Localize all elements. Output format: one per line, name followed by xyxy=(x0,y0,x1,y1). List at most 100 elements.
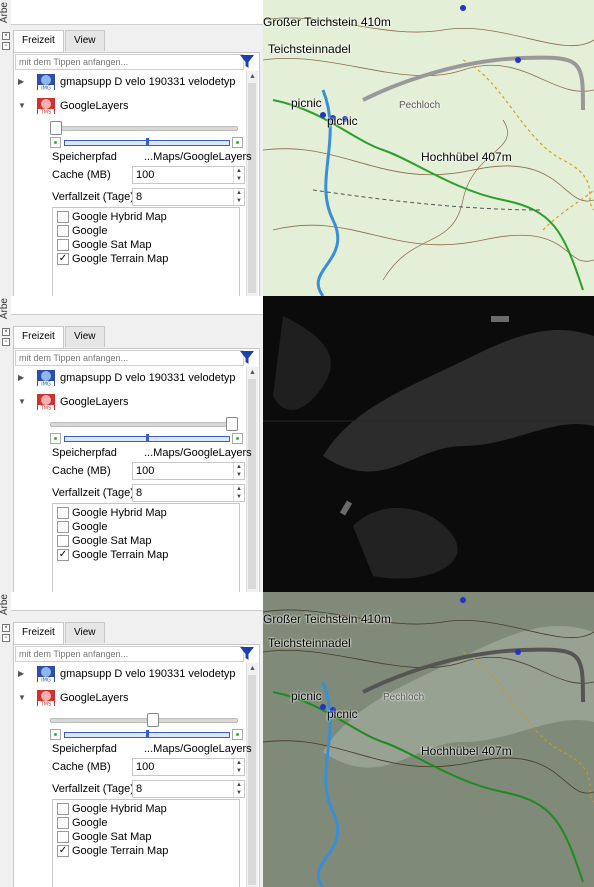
map-label-peak: Großer Teichstein 410m xyxy=(263,612,391,626)
checkbox-checked[interactable]: ✓ xyxy=(57,253,69,265)
filter-funnel-icon[interactable] xyxy=(239,54,255,70)
layer-tree: mit dem Tippen anfangen... ▲ ▶ IMG gmaps… xyxy=(13,644,260,887)
opacity-slider[interactable] xyxy=(50,417,238,431)
cache-input[interactable]: 100 ▲ ▼ xyxy=(132,166,245,184)
filter-funnel-icon[interactable] xyxy=(239,350,255,366)
filter-input[interactable]: mit dem Tippen anfangen... xyxy=(15,54,244,70)
expand-caret-icon[interactable]: ▶ xyxy=(18,663,28,685)
checkbox[interactable] xyxy=(57,521,69,533)
collapse-caret-icon[interactable]: ▼ xyxy=(18,95,28,117)
expand-caret-icon[interactable]: ▶ xyxy=(18,367,28,389)
dock-float-icon[interactable]: ▫ xyxy=(2,338,10,346)
dock-float-icon[interactable]: ▫ xyxy=(2,42,10,50)
vertical-scrollbar[interactable]: ▲ xyxy=(246,663,258,887)
zoom-range-marker[interactable] xyxy=(146,138,149,146)
scroll-thumb[interactable] xyxy=(248,379,256,589)
slider-knob[interactable] xyxy=(50,121,62,135)
expiry-input[interactable]: 8 ▲ ▼ xyxy=(132,780,245,798)
zoom-range-marker[interactable] xyxy=(146,730,149,738)
slider-track xyxy=(50,126,238,131)
filter-input[interactable]: mit dem Tippen anfangen... xyxy=(15,646,244,662)
slider-knob[interactable] xyxy=(226,417,238,431)
collapse-caret-icon[interactable]: ▼ xyxy=(18,687,28,709)
expiry-spinner-icon[interactable]: ▲ ▼ xyxy=(233,781,244,797)
checkbox[interactable] xyxy=(57,535,69,547)
cache-value: 100 xyxy=(136,761,155,773)
scroll-thumb[interactable] xyxy=(248,675,256,885)
cache-value: 100 xyxy=(136,169,155,181)
checkbox[interactable] xyxy=(57,225,69,237)
panel-top-area xyxy=(11,296,263,315)
dock-close-icon[interactable]: × xyxy=(2,32,10,40)
map-label-rock: Teichsteinnadel xyxy=(268,42,351,56)
collapse-caret-icon[interactable]: ▼ xyxy=(18,391,28,413)
map-type-list: Google Hybrid Map Google Google Sat Map … xyxy=(52,207,240,296)
max-zoom-toggle[interactable] xyxy=(232,729,243,740)
tab-view-1[interactable]: View 1 xyxy=(65,30,105,66)
zoom-range-control[interactable] xyxy=(50,433,243,445)
path-label: Speicherpfad xyxy=(52,743,117,755)
zoom-range-marker[interactable] xyxy=(146,434,149,442)
cache-spinner-icon[interactable]: ▲ ▼ xyxy=(233,463,244,479)
panel-top-area xyxy=(11,0,263,25)
option-label: Google Hybrid Map xyxy=(72,507,167,519)
expand-caret-icon[interactable]: ▶ xyxy=(18,71,28,93)
expiry-spinner-icon[interactable]: ▲ ▼ xyxy=(233,485,244,501)
tab-freizeit[interactable]: Freizeit xyxy=(13,30,64,53)
checkbox[interactable] xyxy=(57,239,69,251)
scroll-thumb[interactable] xyxy=(248,83,256,293)
checkbox-checked[interactable]: ✓ xyxy=(57,549,69,561)
expiry-input[interactable]: 8 ▲ ▼ xyxy=(132,484,245,502)
cache-input[interactable]: 100 ▲ ▼ xyxy=(132,462,245,480)
checkbox[interactable] xyxy=(57,507,69,519)
tab-view-1[interactable]: View 1 xyxy=(65,622,105,658)
tab-view-1[interactable]: View 1 xyxy=(65,326,105,362)
opacity-slider[interactable] xyxy=(50,713,238,727)
vertical-scrollbar[interactable]: ▲ xyxy=(246,71,258,296)
min-zoom-toggle[interactable] xyxy=(50,729,61,740)
svg-text:IMG: IMG xyxy=(41,678,51,684)
layer-tree: mit dem Tippen anfangen... ▲ ▶ IMG gmaps… xyxy=(13,52,260,296)
checkbox[interactable] xyxy=(57,817,69,829)
dock-close-icon[interactable]: × xyxy=(2,328,10,336)
map-label-place: Pechloch xyxy=(399,100,441,111)
scroll-up-icon[interactable]: ▲ xyxy=(249,73,256,80)
cache-spinner-icon[interactable]: ▲ ▼ xyxy=(233,759,244,775)
layer-panel: Freizeit View 1 mit dem Tippen anfangen.… xyxy=(11,296,263,592)
expiry-spinner-icon[interactable]: ▲ ▼ xyxy=(233,189,244,205)
min-zoom-toggle[interactable] xyxy=(50,137,61,148)
slider-track xyxy=(50,718,238,723)
zoom-range-control[interactable] xyxy=(50,137,243,149)
checkbox[interactable] xyxy=(57,803,69,815)
expiry-input[interactable]: 8 ▲ ▼ xyxy=(132,188,245,206)
cache-value: 100 xyxy=(136,465,155,477)
slider-knob[interactable] xyxy=(146,713,159,727)
max-zoom-toggle[interactable] xyxy=(232,433,243,444)
zoom-range-control[interactable] xyxy=(50,729,243,741)
scroll-up-icon[interactable]: ▲ xyxy=(249,665,256,672)
checkbox[interactable] xyxy=(57,211,69,223)
scroll-up-icon[interactable]: ▲ xyxy=(249,369,256,376)
min-zoom-toggle[interactable] xyxy=(50,433,61,444)
map-view-topo[interactable]: Großer Teichstein 410m Teichsteinnadel p… xyxy=(263,0,594,296)
layer-label: gmapsupp D velo 190331 velodetyp xyxy=(60,76,236,88)
tab-freizeit[interactable]: Freizeit xyxy=(13,622,64,645)
checkbox[interactable] xyxy=(57,831,69,843)
max-zoom-toggle[interactable] xyxy=(232,137,243,148)
dark-terrain-canvas[interactable] xyxy=(263,296,594,592)
dock-close-icon[interactable]: × xyxy=(2,624,10,632)
map-view-blended[interactable]: Großer Teichstein 410m Teichsteinnadel p… xyxy=(263,592,594,887)
opacity-slider[interactable] xyxy=(50,121,238,135)
cache-label: Cache (MB) xyxy=(52,761,111,773)
tab-freizeit[interactable]: Freizeit xyxy=(13,326,64,349)
svg-text:IMG: IMG xyxy=(41,382,51,388)
checkbox-checked[interactable]: ✓ xyxy=(57,845,69,857)
dock-float-icon[interactable]: ▫ xyxy=(2,634,10,642)
filter-input[interactable]: mit dem Tippen anfangen... xyxy=(15,350,244,366)
cache-input[interactable]: 100 ▲ ▼ xyxy=(132,758,245,776)
option-label: Google xyxy=(72,521,108,533)
cache-spinner-icon[interactable]: ▲ ▼ xyxy=(233,167,244,183)
filter-funnel-icon[interactable] xyxy=(239,646,255,662)
map-view-dark[interactable] xyxy=(263,296,594,592)
vertical-scrollbar[interactable]: ▲ xyxy=(246,367,258,592)
